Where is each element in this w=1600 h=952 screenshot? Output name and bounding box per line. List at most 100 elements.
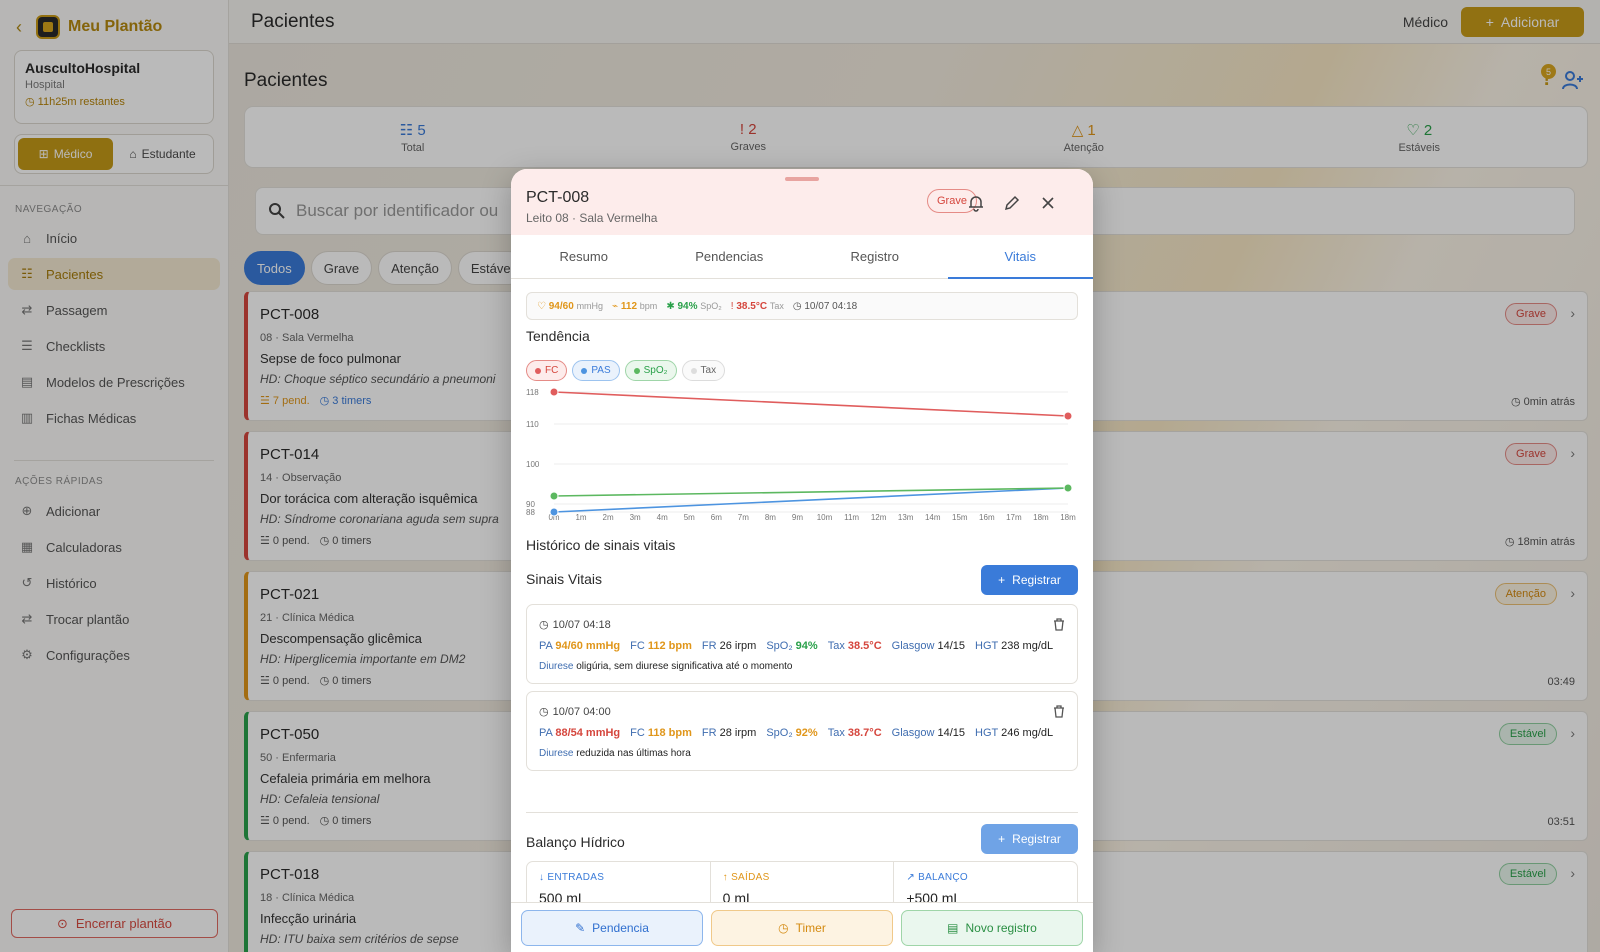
- record-time-text: 10/07 04:18: [552, 618, 611, 631]
- field-value: 94%: [795, 640, 818, 652]
- sheet-patient-id: PCT-008: [526, 189, 590, 206]
- latest-tax-value: 38.5°C: [736, 300, 768, 312]
- patient-detail-sheet: PCT-008 Leito 08 · Sala Vermelha Grave R…: [511, 169, 1093, 952]
- field-value: 14/15: [937, 727, 966, 739]
- x-tick-label: 13m: [898, 513, 914, 522]
- sheet-footer: ✎ Pendencia ◷ Timer ▤ Novo registro: [511, 902, 1093, 952]
- field-label: FC: [630, 727, 645, 739]
- field-label: Tax: [827, 640, 845, 652]
- latest-pa-value: 94/60: [548, 300, 574, 312]
- field-value: 88/54 mmHg: [555, 727, 621, 739]
- clock-icon: ◷: [539, 706, 549, 718]
- field-label: PA: [539, 727, 553, 739]
- x-tick-label: 18m: [1060, 513, 1076, 522]
- timer-button[interactable]: ◷ Timer: [711, 910, 893, 946]
- trend-chart: 88901001101180m 1m 2m 3m 4m 5m 6m 7m 8m 9m 10m 11m 1…: [526, 387, 1076, 522]
- pendencia-button[interactable]: ✎ Pendencia: [521, 910, 703, 946]
- legend-dot: [633, 367, 640, 374]
- trash-icon[interactable]: [1053, 618, 1065, 631]
- field-label: Glasgow: [891, 640, 935, 652]
- field-value: 26 irpm: [719, 640, 757, 652]
- field-value: 238 mg/dL: [1001, 640, 1054, 652]
- record-values: PA 88/54 mmHg FC 118 bpm FR 28 irpm SpO₂…: [539, 727, 1053, 739]
- x-tick-label: 5m: [684, 513, 695, 522]
- data-point: [1063, 483, 1073, 493]
- bell-icon[interactable]: [967, 194, 985, 212]
- record-diurese: Diurese reduzida nas últimas hora: [539, 748, 691, 759]
- legend-fc[interactable]: FC: [526, 360, 568, 381]
- x-tick-label: 8m: [765, 513, 776, 522]
- balance-label: SAÍDAS: [731, 872, 770, 883]
- y-tick-label: 90: [526, 500, 535, 509]
- x-tick-label: 1m: [575, 513, 586, 522]
- sheet-patient-location: Leito 08 · Sala Vermelha: [526, 211, 658, 225]
- x-tick-label: 6m: [711, 513, 722, 522]
- unit: bpm: [639, 300, 658, 311]
- legend-dot: [690, 367, 697, 374]
- field-label: Diurese: [539, 748, 574, 759]
- record-time-text: 10/07 04:00: [552, 705, 611, 718]
- legend-label: FC: [545, 365, 559, 376]
- tab-registro[interactable]: Registro: [802, 235, 948, 278]
- record-pa: PA 88/54 mmHg: [539, 727, 620, 739]
- close-icon[interactable]: [1039, 194, 1057, 212]
- balance-total-header: ↗ BALANÇO: [906, 872, 1065, 883]
- legend-spo2[interactable]: SpO₂: [624, 360, 677, 381]
- field-label: FC: [630, 640, 645, 652]
- pulse-icon: ⌁: [612, 300, 621, 312]
- lungs-icon: ✱: [666, 300, 678, 312]
- field-label: PA: [539, 640, 553, 652]
- heart-icon: ♡: [537, 300, 549, 312]
- record-diurese: Diurese oligúria, sem diurese significat…: [539, 661, 792, 672]
- novo-registro-button[interactable]: ▤ Novo registro: [901, 910, 1083, 946]
- register-vitals-button[interactable]: + Registrar: [981, 565, 1078, 595]
- vitals-title: Sinais Vitais: [526, 571, 603, 587]
- drag-handle[interactable]: [785, 177, 819, 181]
- record-spo2: SpO₂ 92%: [766, 727, 817, 739]
- record-tax: Tax 38.7°C: [828, 727, 882, 739]
- field-label: Diurese: [539, 661, 574, 672]
- tab-vitais[interactable]: Vitais: [947, 235, 1094, 279]
- trash-icon[interactable]: [1053, 705, 1065, 718]
- latest-time: ◷ 10/07 04:18: [793, 301, 857, 312]
- register-balance-button[interactable]: + Registrar: [981, 824, 1078, 854]
- field-value: 14/15: [937, 640, 966, 652]
- field-label: SpO₂: [766, 640, 793, 652]
- record-glasgow: Glasgow 14/15: [892, 640, 965, 652]
- record-fc: FC 112 bpm: [630, 640, 692, 652]
- record-values: PA 94/60 mmHg FC 112 bpm FR 26 irpm SpO₂…: [539, 640, 1053, 652]
- timer-label: Timer: [795, 921, 826, 935]
- record-fr: FR 28 irpm: [702, 727, 756, 739]
- balance-saidas-header: ↑ SAÍDAS: [723, 872, 882, 883]
- x-tick-label: 7m: [738, 513, 749, 522]
- legend-tax[interactable]: Tax: [681, 360, 726, 381]
- legend-pas[interactable]: PAS: [572, 360, 620, 381]
- data-point: [549, 387, 559, 397]
- unit: mmHg: [576, 300, 604, 311]
- x-tick-label: 14m: [925, 513, 941, 522]
- field-label: SpO₂: [766, 727, 793, 739]
- timer-icon: ◷: [778, 921, 789, 935]
- clock-icon: ◷: [539, 619, 549, 631]
- latest-pa: ♡ 94/60 mmHg: [537, 301, 603, 312]
- record-spo2: SpO₂ 94%: [766, 640, 817, 652]
- data-point: [549, 491, 559, 501]
- balance-entradas-header: ↓ ENTRADAS: [539, 872, 698, 883]
- edit-pencil-icon[interactable]: [1003, 194, 1021, 212]
- latest-fc-value: 112: [620, 300, 638, 312]
- tab-resumo[interactable]: Resumo: [511, 235, 657, 278]
- field-value: oligúria, sem diurese significativa até …: [576, 661, 793, 672]
- field-label: HGT: [975, 727, 999, 739]
- field-label: FR: [701, 727, 717, 739]
- arrow-up-icon: ↑: [722, 872, 732, 883]
- record-tax: Tax 38.5°C: [828, 640, 882, 652]
- pendencia-label: Pendencia: [592, 921, 649, 935]
- register-label: Registrar: [1012, 573, 1061, 587]
- balance-title: Balanço Hídrico: [526, 834, 625, 850]
- latest-spo2: ✱ 94% SpO₂: [666, 301, 721, 312]
- record-pa: PA 94/60 mmHg: [539, 640, 620, 652]
- field-value: 38.7°C: [847, 727, 882, 739]
- legend-label: PAS: [591, 365, 611, 376]
- x-tick-label: 2m: [603, 513, 614, 522]
- tab-pendencias[interactable]: Pendencias: [657, 235, 803, 278]
